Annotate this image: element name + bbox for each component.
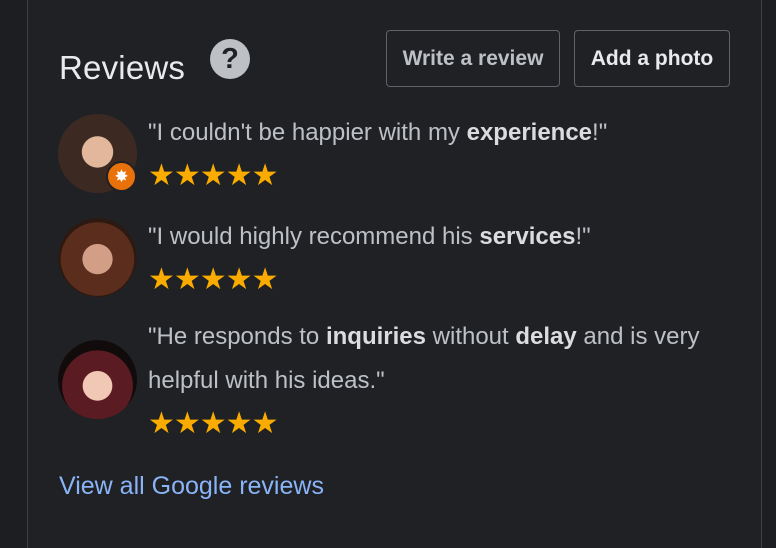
write-review-button[interactable]: Write a review xyxy=(386,30,560,87)
help-icon[interactable]: ? xyxy=(210,39,250,79)
review-quote-3: "He responds to inquiries without delay … xyxy=(148,323,700,394)
star-rating-1: ★★★★★ xyxy=(148,159,278,192)
star-rating-3: ★★★★★ xyxy=(148,407,278,440)
add-photo-button[interactable]: Add a photo xyxy=(574,30,730,87)
reviewer-avatar-3[interactable] xyxy=(58,340,137,419)
star-rating-2: ★★★★★ xyxy=(148,263,278,296)
reviews-title: Reviews xyxy=(59,49,186,86)
view-all-reviews-link[interactable]: View all Google reviews xyxy=(59,472,324,501)
reviewer-avatar-2[interactable] xyxy=(58,218,137,297)
review-quote-2: "I would highly recommend his services!" xyxy=(148,223,591,250)
review-quote-1: "I couldn't be happier with my experienc… xyxy=(148,119,608,146)
local-guide-badge-icon: ✸ xyxy=(106,161,137,192)
